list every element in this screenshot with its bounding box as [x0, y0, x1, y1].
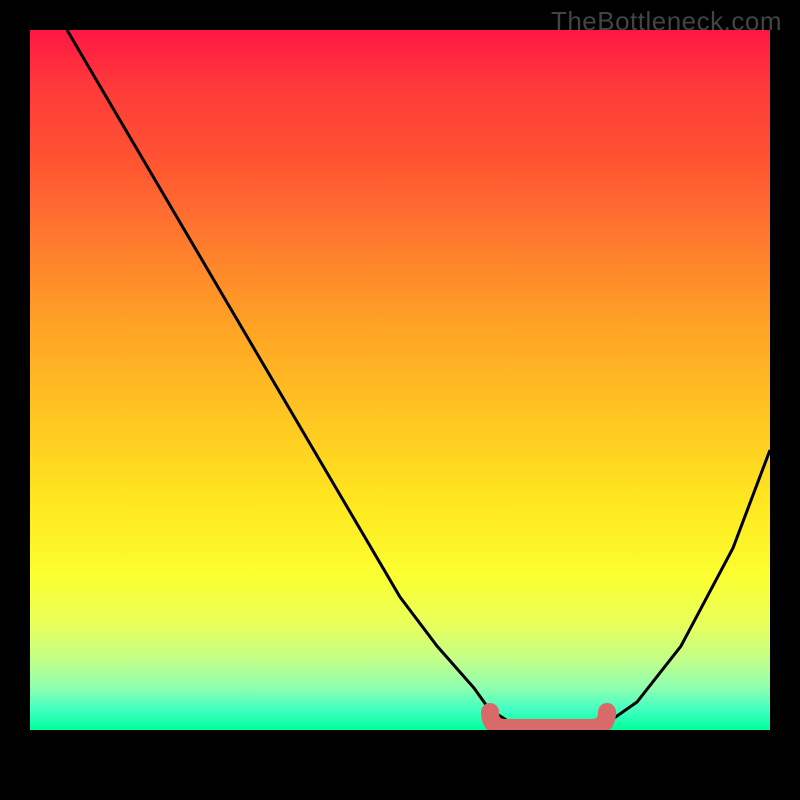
chart-svg: [30, 30, 770, 730]
optimal-zone-end-dot: [598, 705, 616, 723]
watermark-text: TheBottleneck.com: [551, 6, 782, 37]
bottleneck-curve: [67, 30, 770, 730]
bottom-frame-strip: [30, 730, 770, 770]
chart-plot-area: [30, 30, 770, 730]
optimal-zone-marker: [490, 712, 607, 728]
